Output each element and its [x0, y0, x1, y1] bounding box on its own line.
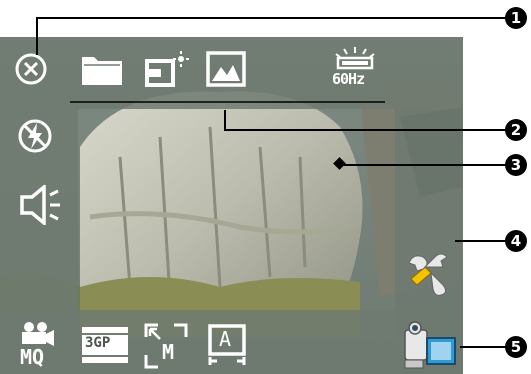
callout-lines: [36, 17, 510, 348]
callout-5: 5: [505, 336, 527, 358]
callout-4: 4: [505, 230, 527, 252]
callout-3: 3: [505, 154, 527, 176]
callout-1: 1: [505, 7, 527, 29]
callout-2: 2: [505, 119, 527, 141]
